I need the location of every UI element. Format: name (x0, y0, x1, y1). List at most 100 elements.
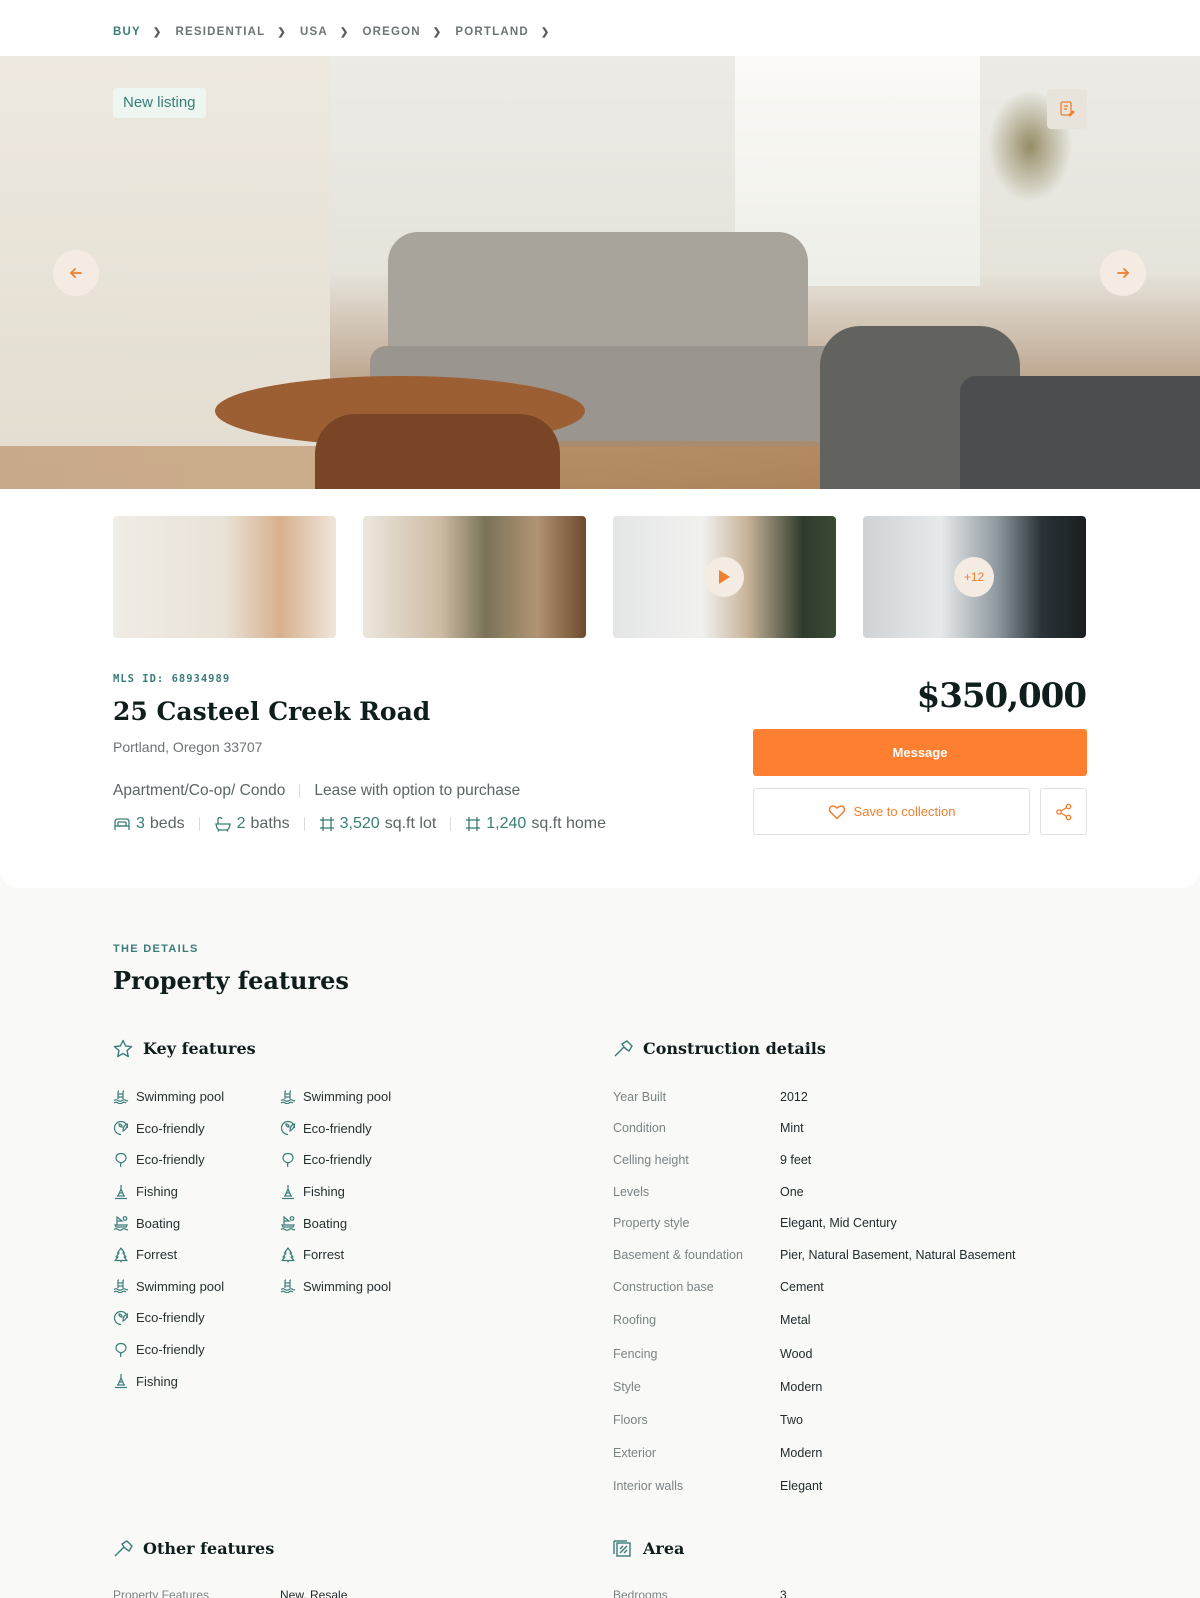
detail-value: Modern (780, 1379, 823, 1394)
construction-detail-row: Levels One (613, 1176, 1093, 1208)
thumbnail-photo[interactable] (363, 516, 586, 638)
fishing-icon (113, 1184, 129, 1200)
construction-detail-row: Exterior Modern (613, 1437, 1093, 1470)
detail-value: 2012 (780, 1089, 808, 1104)
detail-key: Condition (613, 1121, 666, 1136)
boat-icon (113, 1215, 129, 1232)
construction-detail-row: Interior walls Elegant (613, 1470, 1093, 1503)
key-feature-item: Swimming pool (113, 1081, 273, 1113)
pool-icon (280, 1278, 296, 1294)
previous-photo-button[interactable] (53, 250, 99, 296)
key-feature-label: Swimming pool (136, 1089, 225, 1105)
construction-detail-row: Condition Mint (613, 1113, 1093, 1145)
detail-value: Wood (780, 1346, 813, 1361)
key-feature-label: Fishing (136, 1373, 178, 1389)
mls-id: MLS ID: 68934989 (113, 673, 231, 685)
breadcrumb-item-usa[interactable]: USA ❯ (300, 26, 362, 38)
save-to-collection-label: Save to collection (853, 804, 956, 819)
chevron-right-icon: ❯ (339, 26, 350, 38)
pool-icon (113, 1278, 129, 1294)
thumbnail-photo[interactable] (113, 516, 336, 638)
detail-value: Metal (780, 1313, 811, 1328)
detail-value: One (780, 1184, 804, 1199)
breadcrumb: BUY ❯ RESIDENTIAL ❯ USA ❯ OREGON ❯ PORTLAND ❯ (113, 26, 563, 38)
listing-header-card: BUY ❯ RESIDENTIAL ❯ USA ❯ OREGON ❯ PORTLAND ❯… (0, 0, 1200, 888)
hero-photo (0, 56, 1200, 489)
construction-detail-row: Style Modern (613, 1370, 1093, 1403)
thumbnail-video[interactable] (613, 516, 836, 638)
bed-icon (114, 818, 130, 830)
key-feature-item: Forrest (113, 1239, 273, 1271)
key-feature-label: Eco-friendly (303, 1120, 372, 1136)
message-button[interactable]: Message (753, 729, 1087, 776)
key-feature-item: Eco-friendly (113, 1302, 273, 1334)
save-to-collection-button[interactable]: Save to collection (753, 788, 1030, 835)
pool-icon (280, 1089, 296, 1105)
leaf-icon (280, 1120, 296, 1136)
detail-key: Property style (613, 1216, 690, 1231)
section-title: Property features (113, 966, 349, 995)
breadcrumb-item-residential[interactable]: RESIDENTIAL ❯ (175, 26, 299, 38)
key-feature-item: Eco-friendly (113, 1334, 273, 1366)
detail-value: Elegant, Mid Century (780, 1216, 897, 1231)
other-features-first-row: Property Features New, Resale (113, 1588, 348, 1598)
construction-detail-row: Property style Elegant, Mid Century (613, 1207, 1093, 1239)
heart-icon (828, 804, 845, 820)
hammer-icon (114, 1539, 133, 1556)
key-feature-item: Boating (113, 1207, 273, 1239)
detail-value: Modern (780, 1446, 823, 1461)
key-features-column-2: Swimming pool Eco-friendly Eco-friendly Fis… (280, 1081, 440, 1302)
construction-detail-row: Fencing Wood (613, 1337, 1093, 1370)
key-feature-item: Fishing (280, 1176, 440, 1208)
balloon-icon (280, 1152, 296, 1168)
key-feature-label: Eco-friendly (136, 1120, 205, 1136)
detail-key: Construction base (613, 1280, 714, 1295)
breadcrumb-item-portland[interactable]: PORTLAND ❯ (455, 26, 563, 38)
construction-detail-row: Year Built 2012 (613, 1081, 1093, 1113)
new-listing-badge: New listing (113, 88, 206, 118)
key-feature-item: Eco-friendly (113, 1113, 273, 1145)
key-feature-item: Fishing (113, 1365, 273, 1397)
key-feature-item: Boating (280, 1207, 440, 1239)
beds-stat: 3 beds (113, 815, 185, 833)
key-features-heading: Key features (113, 1039, 256, 1058)
chevron-right-icon: ❯ (540, 26, 551, 38)
key-feature-label: Forrest (136, 1247, 178, 1263)
thumbnail-more-photos[interactable]: +12 (863, 516, 1086, 638)
key-feature-label: Fishing (303, 1184, 345, 1200)
key-feature-label: Fishing (136, 1184, 178, 1200)
detail-key: Style (613, 1379, 641, 1394)
play-button[interactable] (704, 557, 744, 597)
key-feature-item: Swimming pool (280, 1081, 440, 1113)
detail-key: Roofing (613, 1313, 657, 1328)
detail-value: 9 feet (780, 1152, 812, 1167)
key-feature-item: Forrest (280, 1239, 440, 1271)
key-feature-item: Eco-friendly (113, 1144, 273, 1176)
construction-detail-row: Basement & foundation Pier, Natural Basem… (613, 1239, 1093, 1271)
listing-stats: 3 beds 2 baths 3,520 sq.ft lot 1,240 sq.ft h… (113, 815, 606, 833)
detail-value: Cement (780, 1280, 824, 1295)
detail-key: Fencing (613, 1346, 658, 1361)
next-photo-button[interactable] (1100, 250, 1146, 296)
key-feature-item: Swimming pool (280, 1271, 440, 1303)
section-eyebrow: THE DETAILS (113, 943, 199, 955)
key-feature-item: Eco-friendly (280, 1144, 440, 1176)
floorplan-button[interactable] (1047, 89, 1087, 129)
bathtub-icon (214, 816, 231, 832)
key-feature-label: Eco-friendly (136, 1310, 205, 1326)
construction-detail-row: Floors Two (613, 1403, 1093, 1436)
breadcrumb-item-buy[interactable]: BUY ❯ (113, 26, 175, 38)
leaf-icon (113, 1310, 129, 1326)
key-feature-label: Forrest (303, 1247, 345, 1263)
key-feature-label: Swimming pool (303, 1278, 392, 1294)
construction-detail-row: Construction base Cement (613, 1271, 1093, 1304)
share-button[interactable] (1040, 788, 1087, 835)
key-feature-label: Boating (303, 1215, 348, 1231)
detail-value: Two (780, 1412, 803, 1427)
breadcrumb-item-oregon[interactable]: OREGON ❯ (362, 26, 455, 38)
chevron-right-icon: ❯ (432, 26, 443, 38)
detail-key: Exterior (613, 1446, 657, 1461)
lease-type: Lease with option to purchase (314, 782, 521, 799)
hammer-icon (614, 1039, 633, 1056)
construction-detail-row: Roofing Metal (613, 1304, 1093, 1337)
